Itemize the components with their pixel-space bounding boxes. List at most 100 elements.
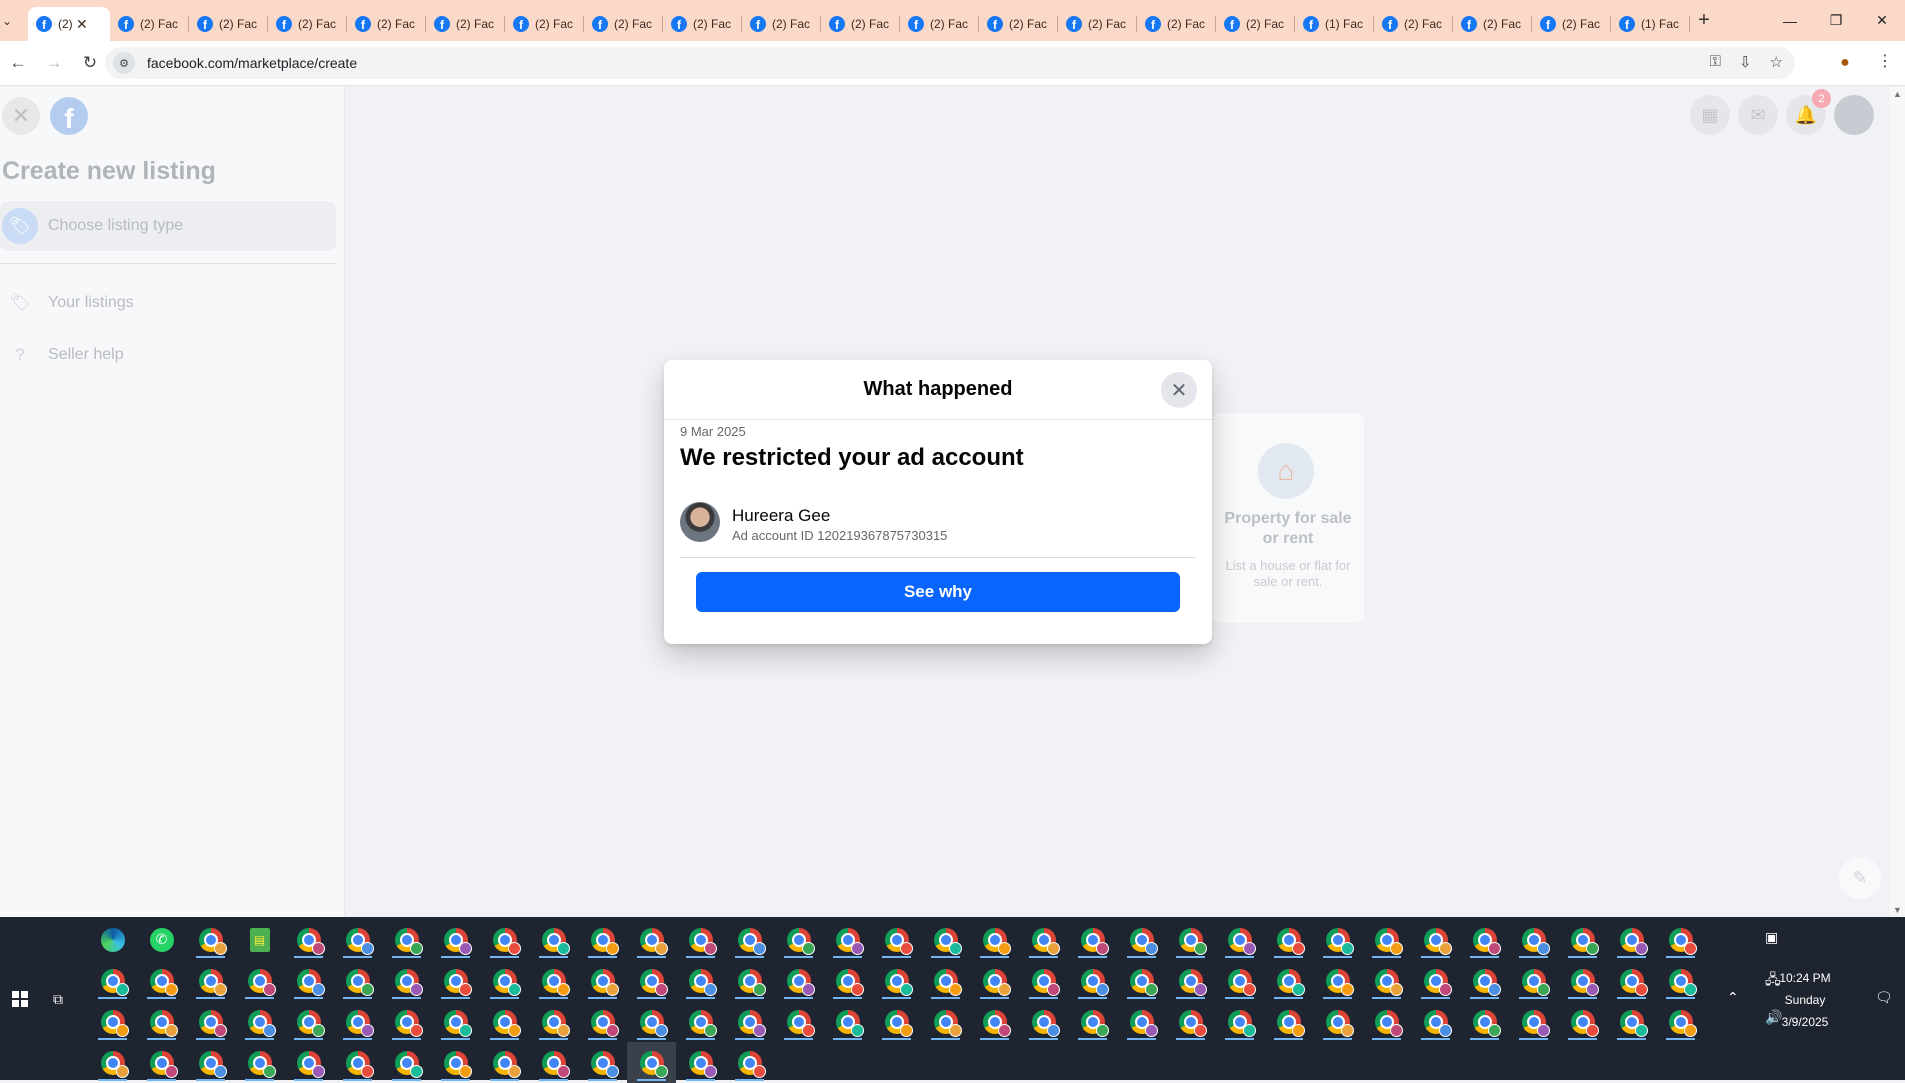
chrome-profile-icon[interactable]: [1215, 919, 1264, 960]
browser-tab[interactable]: f (2) Facebook: [1058, 7, 1137, 41]
browser-tab[interactable]: f (2) Facebook: [1532, 7, 1611, 41]
chrome-profile-icon[interactable]: [480, 960, 529, 1001]
address-bar[interactable]: ⚙ facebook.com/marketplace/create ⚿ ⇩ ☆: [105, 47, 1795, 79]
chrome-profile-icon[interactable]: [1019, 960, 1068, 1001]
close-listing-icon[interactable]: ✕: [2, 97, 40, 135]
chrome-profile-icon[interactable]: [529, 919, 578, 960]
chrome-profile-icon[interactable]: [1068, 960, 1117, 1001]
chrome-profile-icon[interactable]: [333, 1001, 382, 1042]
tab-search-icon[interactable]: ⌄: [0, 14, 14, 28]
chrome-profile-icon[interactable]: [333, 1042, 382, 1083]
account-avatar[interactable]: [1834, 95, 1874, 135]
chrome-profile-icon[interactable]: [872, 1001, 921, 1042]
chrome-profile-icon[interactable]: [1166, 1001, 1215, 1042]
chrome-profile-icon[interactable]: [1558, 960, 1607, 1001]
chrome-profile-icon[interactable]: [88, 1001, 137, 1042]
browser-tab[interactable]: f (2) Facebook: [110, 7, 189, 41]
chrome-profile-icon[interactable]: [774, 919, 823, 960]
chrome-profile-icon[interactable]: [921, 919, 970, 960]
task-view-icon[interactable]: ⧉: [44, 983, 72, 1015]
chrome-profile-icon[interactable]: [186, 1042, 235, 1083]
chrome-profile-icon[interactable]: [921, 960, 970, 1001]
chrome-profile-icon[interactable]: [1509, 919, 1558, 960]
chrome-profile-icon[interactable]: [774, 1001, 823, 1042]
chrome-profile-icon[interactable]: [1313, 960, 1362, 1001]
chrome-profile-icon[interactable]: [1509, 960, 1558, 1001]
chrome-profile-icon[interactable]: [1411, 1001, 1460, 1042]
clock[interactable]: 10:24 PM Sunday 3/9/2025: [1761, 967, 1849, 1033]
choose-listing-type[interactable]: 🏷 Choose listing type: [0, 201, 336, 251]
chrome-profile-icon[interactable]: [1313, 1001, 1362, 1042]
back-icon[interactable]: ←: [0, 45, 36, 81]
menu-icon[interactable]: ⋮: [1877, 51, 1893, 71]
chrome-profile-icon[interactable]: [1558, 1001, 1607, 1042]
chrome-profile-icon[interactable]: [725, 960, 774, 1001]
forward-icon[interactable]: →: [36, 45, 72, 81]
browser-tab[interactable]: f (2) Facebook: [189, 7, 268, 41]
install-app-icon[interactable]: ⇩: [1739, 53, 1752, 71]
chrome-profile-icon[interactable]: [725, 1042, 774, 1083]
chrome-profile-icon[interactable]: [333, 919, 382, 960]
facebook-logo[interactable]: f: [50, 97, 88, 135]
profile-icon[interactable]: ●: [1831, 49, 1859, 77]
chrome-profile-icon[interactable]: [872, 960, 921, 1001]
chrome-profile-icon[interactable]: [529, 1001, 578, 1042]
chrome-profile-icon[interactable]: [1362, 1001, 1411, 1042]
browser-tab[interactable]: f (2) Facebook: [268, 7, 347, 41]
chrome-profile-icon[interactable]: [431, 1001, 480, 1042]
messenger-icon[interactable]: ✉: [1738, 95, 1778, 135]
url-text[interactable]: facebook.com/marketplace/create: [147, 55, 357, 71]
browser-tab[interactable]: f (1) Facebook: [1295, 7, 1374, 41]
close-window-icon[interactable]: ✕: [1859, 0, 1905, 41]
chrome-profile-icon[interactable]: [1117, 919, 1166, 960]
chrome-profile-icon[interactable]: [1607, 919, 1656, 960]
chrome-profile-icon[interactable]: [676, 1042, 725, 1083]
close-dialog-icon[interactable]: ✕: [1161, 372, 1197, 408]
chrome-profile-icon[interactable]: [578, 960, 627, 1001]
restore-icon[interactable]: ❐: [1813, 0, 1859, 41]
reload-icon[interactable]: ↻: [72, 45, 108, 81]
chrome-profile-icon[interactable]: [1166, 960, 1215, 1001]
chrome-profile-icon[interactable]: [823, 919, 872, 960]
browser-tab[interactable]: f (1) Facebook: [1611, 7, 1690, 41]
spreadsheet-icon[interactable]: ▤: [235, 919, 284, 960]
scroll-down-icon[interactable]: ▼: [1893, 905, 1902, 915]
chrome-profile-icon[interactable]: [1117, 960, 1166, 1001]
chrome-profile-icon[interactable]: [1656, 960, 1705, 1001]
browser-tab[interactable]: f (2) Facebook: [1374, 7, 1453, 41]
whatsapp-icon[interactable]: ✆: [137, 919, 186, 960]
menu-grid-icon[interactable]: ▦: [1690, 95, 1730, 135]
browser-tab[interactable]: f (2) Facebook: [900, 7, 979, 41]
browser-tab[interactable]: f (2) Facebook: [1137, 7, 1216, 41]
browser-tab[interactable]: f (2) Facebook: [979, 7, 1058, 41]
chrome-profile-icon[interactable]: [382, 919, 431, 960]
chrome-profile-icon[interactable]: [235, 960, 284, 1001]
chrome-profile-icon[interactable]: [774, 960, 823, 1001]
chrome-profile-icon[interactable]: [480, 919, 529, 960]
chrome-profile-icon[interactable]: [186, 1001, 235, 1042]
chrome-profile-icon[interactable]: [1264, 1001, 1313, 1042]
chrome-profile-icon[interactable]: [627, 1001, 676, 1042]
chrome-profile-icon[interactable]: [725, 919, 774, 960]
chrome-profile-icon[interactable]: [823, 1001, 872, 1042]
chrome-profile-icon[interactable]: [1117, 1001, 1166, 1042]
chrome-profile-icon[interactable]: [235, 1042, 284, 1083]
chrome-profile-icon[interactable]: [970, 1001, 1019, 1042]
chrome-profile-icon[interactable]: [1313, 919, 1362, 960]
notification-center-icon[interactable]: 🗨: [1875, 989, 1893, 1006]
chrome-profile-icon[interactable]: [1019, 1001, 1068, 1042]
browser-tab[interactable]: f (2) Facebook: [347, 7, 426, 41]
chrome-profile-icon[interactable]: [627, 960, 676, 1001]
chrome-profile-icon[interactable]: [431, 1042, 480, 1083]
chrome-profile-icon[interactable]: [382, 1042, 431, 1083]
chrome-profile-icon[interactable]: [137, 1042, 186, 1083]
chrome-profile-icon[interactable]: [1460, 960, 1509, 1001]
browser-tab[interactable]: f (2) Facebook: [426, 7, 505, 41]
chrome-profile-icon[interactable]: [235, 1001, 284, 1042]
browser-tab[interactable]: f (2) Facebook: [821, 7, 900, 41]
chrome-profile-icon[interactable]: [431, 919, 480, 960]
compose-icon[interactable]: ✎: [1839, 857, 1881, 899]
chrome-profile-icon[interactable]: [1264, 919, 1313, 960]
chrome-profile-icon[interactable]: [88, 960, 137, 1001]
browser-tab[interactable]: f (2) Facebook: [1453, 7, 1532, 41]
